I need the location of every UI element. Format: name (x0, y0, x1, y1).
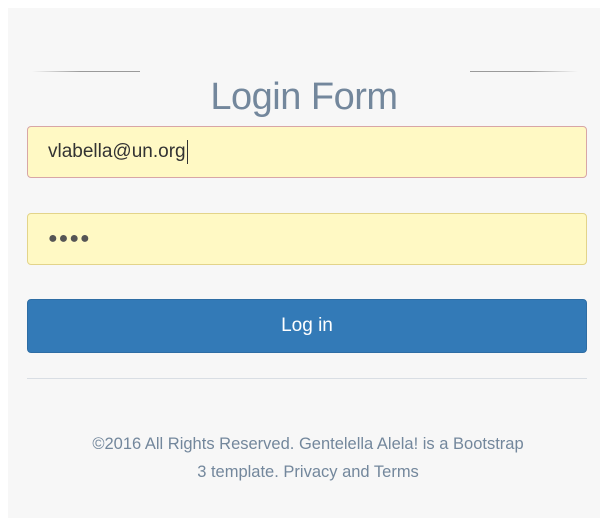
login-button-label: Log in (281, 315, 333, 336)
text-caret-icon (186, 140, 188, 164)
login-button[interactable]: Log in (27, 299, 587, 353)
title-divider-left (32, 71, 140, 72)
email-field-value: vlabella@un.org (48, 141, 186, 162)
footer-line-1: ©2016 All Rights Reserved. Gentelella Al… (92, 435, 524, 453)
email-field[interactable]: vlabella@un.org (27, 126, 587, 178)
separator (27, 378, 587, 379)
footer-line-2: 3 template. Privacy and Terms (197, 463, 419, 481)
login-panel: Login Form vlabella@un.org ●●●● Log in ©… (8, 8, 600, 518)
title-row: Login Form (8, 48, 600, 118)
password-field[interactable]: ●●●● (27, 213, 587, 265)
page-title: Login Form (210, 76, 398, 119)
password-field-value: ●●●● (48, 230, 91, 247)
footer: ©2016 All Rights Reserved. Gentelella Al… (20, 430, 596, 486)
title-divider-right (470, 71, 578, 72)
